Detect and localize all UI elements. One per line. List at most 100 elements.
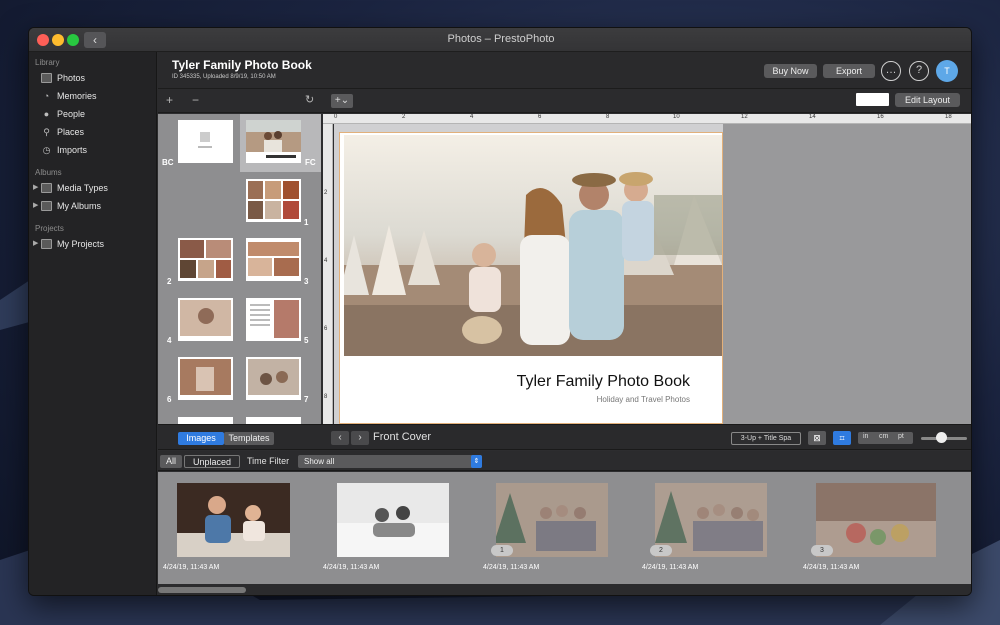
page-thumb-front-cover[interactable] bbox=[246, 120, 301, 163]
strip-photo-4[interactable] bbox=[655, 483, 767, 557]
sidebar-item-memories[interactable]: ◔ Memories bbox=[29, 88, 157, 104]
editor-toolbar: + − ↻ +⌄ Edit Layout bbox=[158, 89, 971, 113]
color-swatch[interactable] bbox=[856, 93, 889, 106]
add-page-button[interactable]: + bbox=[166, 93, 173, 107]
sidebar-item-label: Places bbox=[57, 127, 85, 137]
page-thumb-4[interactable] bbox=[178, 298, 233, 341]
next-page-button[interactable]: › bbox=[351, 431, 369, 445]
sidebar-item-photos[interactable]: Photos bbox=[29, 70, 157, 86]
page-label-6: 6 bbox=[167, 395, 172, 404]
ruler-tick: 6 bbox=[324, 326, 328, 332]
christmas-group-photo-2 bbox=[655, 483, 767, 557]
export-button[interactable]: Export bbox=[823, 64, 875, 78]
refresh-icon[interactable]: ↻ bbox=[305, 93, 314, 106]
crop-icon[interactable]: ⌗ bbox=[833, 431, 851, 445]
page-thumb-6[interactable] bbox=[178, 357, 233, 400]
sidebar-item-label: My Albums bbox=[57, 201, 102, 211]
page-1-preview bbox=[248, 181, 299, 219]
ruler-tick: 14 bbox=[809, 114, 816, 120]
strip-photo-date: 4/24/19, 11:43 AM bbox=[483, 564, 540, 571]
strip-photo-3[interactable] bbox=[496, 483, 608, 557]
filter-unplaced[interactable]: Unplaced bbox=[184, 455, 240, 468]
ruler-tick: 18 bbox=[945, 114, 952, 120]
editor-footer: Images Templates ‹ › Front Cover 3-Up + … bbox=[158, 424, 971, 450]
page-4-preview bbox=[180, 300, 231, 336]
strip-photo-5[interactable] bbox=[816, 483, 936, 557]
page-thumb-back-cover[interactable] bbox=[178, 120, 233, 163]
page-thumb-7[interactable] bbox=[246, 357, 301, 400]
ruler-tick: 8 bbox=[324, 394, 328, 400]
cooking-photo bbox=[816, 483, 936, 557]
page-thumb-8[interactable] bbox=[178, 417, 233, 424]
horizontal-ruler: 0 2 4 6 8 10 12 14 16 18 bbox=[323, 114, 971, 124]
strip-photo-date: 4/24/19, 11:43 AM bbox=[163, 564, 220, 571]
sidebar-item-imports[interactable]: ◷ Imports bbox=[29, 142, 157, 158]
ruler-tick: 2 bbox=[324, 190, 328, 196]
tab-images[interactable]: Images bbox=[178, 432, 224, 445]
units-selector[interactable]: in cm pt bbox=[858, 432, 913, 444]
page-thumb-1[interactable] bbox=[246, 179, 301, 222]
ruler-tick: 4 bbox=[470, 114, 474, 120]
help-icon[interactable]: ? bbox=[909, 61, 929, 81]
edit-layout-button[interactable]: Edit Layout bbox=[895, 93, 960, 107]
back-cover-preview bbox=[198, 132, 212, 148]
fit-frame-icon[interactable]: ⊠ bbox=[808, 431, 826, 445]
horizontal-scrollbar[interactable] bbox=[158, 584, 971, 595]
previous-page-button[interactable]: ‹ bbox=[331, 431, 349, 445]
unit-in[interactable]: in bbox=[863, 433, 868, 440]
unit-pt[interactable]: pt bbox=[898, 433, 904, 440]
ruler-tick: 0 bbox=[334, 114, 338, 120]
pages-panel[interactable]: BC FC 1 2 3 4 5 6 7 bbox=[158, 114, 321, 424]
add-element-dropdown[interactable]: +⌄ bbox=[331, 94, 353, 108]
people-icon: ● bbox=[43, 109, 50, 119]
page-7-preview bbox=[248, 359, 299, 395]
project-title: Tyler Family Photo Book bbox=[172, 58, 312, 72]
strip-photo-1[interactable] bbox=[177, 483, 290, 557]
cover-title-text[interactable]: Tyler Family Photo Book bbox=[517, 373, 690, 391]
ruler-tick: 10 bbox=[673, 114, 680, 120]
page-thumb-3[interactable] bbox=[246, 238, 301, 281]
sidebar-item-label: People bbox=[57, 109, 86, 119]
strip-photo-2[interactable] bbox=[337, 483, 449, 557]
sidebar: Library Photos ◔ Memories ● People ⚲ Pla… bbox=[29, 52, 157, 595]
scrollbar-thumb[interactable] bbox=[158, 587, 246, 593]
sidebar-item-media-types[interactable]: ▶ Media Types bbox=[29, 180, 157, 196]
disclosure-triangle-icon[interactable]: ▶ bbox=[33, 198, 38, 214]
imports-icon: ◷ bbox=[42, 145, 51, 155]
chat-icon[interactable]: … bbox=[881, 61, 901, 81]
baking-photo bbox=[177, 483, 290, 557]
sidebar-item-label: Imports bbox=[57, 145, 88, 155]
christmas-group-photo bbox=[496, 483, 608, 557]
sidebar-item-label: Photos bbox=[57, 73, 86, 83]
sidebar-item-my-albums[interactable]: ▶ My Albums bbox=[29, 198, 157, 214]
photo-strip[interactable]: 4/24/19, 11:43 AM 4/24/19, 11:43 AM 1 4/… bbox=[158, 472, 971, 584]
front-cover-page[interactable]: Tyler Family Photo Book Holiday and Trav… bbox=[339, 132, 723, 424]
cover-photo[interactable] bbox=[344, 135, 722, 356]
zoom-slider-knob[interactable] bbox=[936, 432, 947, 443]
tab-templates[interactable]: Templates bbox=[224, 432, 274, 445]
folder-icon bbox=[41, 183, 52, 193]
unit-cm[interactable]: cm bbox=[879, 433, 888, 440]
remove-page-button[interactable]: − bbox=[192, 93, 199, 107]
page-thumb-2[interactable] bbox=[178, 238, 233, 281]
page-thumb-5[interactable] bbox=[246, 298, 301, 341]
page-thumb-9[interactable] bbox=[246, 417, 301, 424]
filter-all[interactable]: All bbox=[160, 455, 182, 468]
library-heading: Library bbox=[35, 58, 60, 67]
cover-subtitle-text[interactable]: Holiday and Travel Photos bbox=[597, 395, 690, 404]
page-label-5: 5 bbox=[304, 336, 309, 345]
main-area: Tyler Family Photo Book ID 345335, Uploa… bbox=[158, 52, 971, 595]
buy-now-button[interactable]: Buy Now bbox=[764, 64, 817, 78]
sidebar-item-people[interactable]: ● People bbox=[29, 106, 157, 122]
time-filter-select[interactable]: Show all ⇕ bbox=[298, 455, 482, 468]
sidebar-item-my-projects[interactable]: ▶ My Projects bbox=[29, 236, 157, 252]
disclosure-triangle-icon[interactable]: ▶ bbox=[33, 236, 38, 252]
updown-arrows-icon: ⇕ bbox=[471, 455, 482, 468]
avatar[interactable]: T bbox=[936, 60, 958, 82]
layout-selector[interactable]: 3-Up + Title Spa bbox=[731, 432, 801, 445]
app-window: ‹ Photos – PrestoPhoto Library Photos ◔ … bbox=[28, 27, 972, 596]
disclosure-triangle-icon[interactable]: ▶ bbox=[33, 180, 38, 196]
page-5-preview bbox=[250, 300, 299, 338]
sidebar-item-places[interactable]: ⚲ Places bbox=[29, 124, 157, 140]
page-label-4: 4 bbox=[167, 336, 172, 345]
